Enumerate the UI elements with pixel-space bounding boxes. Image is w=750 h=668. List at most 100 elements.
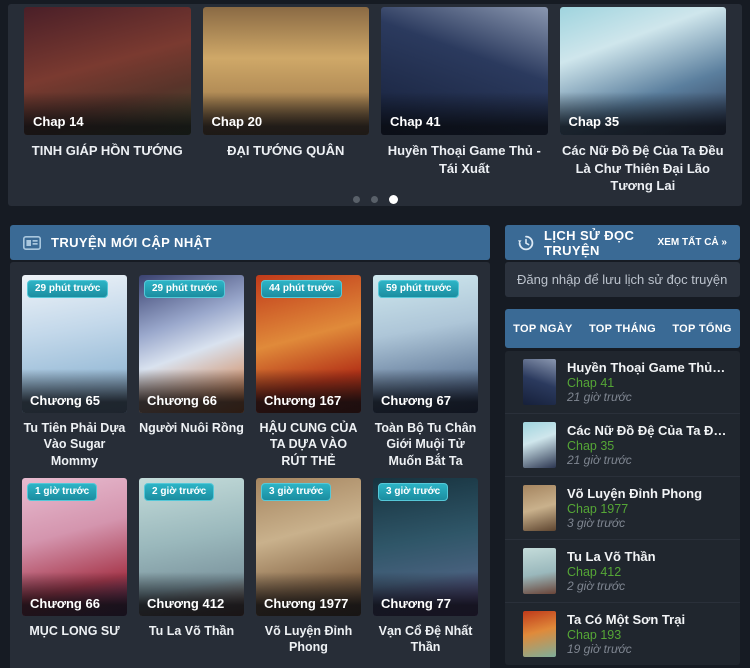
time-badge: 29 phút trước bbox=[144, 280, 226, 298]
history-icon bbox=[518, 235, 534, 251]
top-list: Huyền Thoại Game Thủ - Tái Xuất Chap 41 … bbox=[505, 351, 740, 665]
top-list-item[interactable]: Ta Có Một Sơn Trại Chap 193 19 giờ trước bbox=[505, 603, 740, 665]
top-item-title: Ta Có Một Sơn Trại bbox=[567, 612, 686, 627]
comic-thumbnail bbox=[523, 359, 556, 405]
top-item-time: 2 giờ trước bbox=[567, 579, 626, 593]
carousel-dot[interactable] bbox=[352, 195, 360, 203]
history-header: LỊCH SỬ ĐỌC TRUYỆN XEM TẤT CẢ » bbox=[505, 225, 740, 260]
comic-title: Vạn Cổ Đệ Nhất Thần bbox=[378, 623, 473, 654]
slide-title: Các Nữ Đồ Đệ Của Ta Đều Là Chư Thiên Đại… bbox=[561, 143, 724, 194]
top-item-title: Huyền Thoại Game Thủ - Tái Xuất bbox=[567, 360, 727, 375]
comic-thumbnail bbox=[523, 611, 556, 657]
latest-updates-section: TRUYỆN MỚI CẬP NHẬT 29 phút trước Chương… bbox=[10, 225, 490, 668]
comic-card[interactable]: 29 phút trước Chương 65 Tu Tiên Phải Dựa… bbox=[22, 275, 127, 469]
time-badge: 3 giờ trước bbox=[378, 482, 449, 501]
slide-cover-image: Chap 41 bbox=[381, 7, 548, 135]
slide-cover-image: Chap 20 bbox=[202, 7, 369, 135]
chapter-label: Chap 35 bbox=[559, 92, 726, 135]
chapter-label: Chap 20 bbox=[202, 92, 369, 135]
slide-cover-image: Chap 14 bbox=[24, 7, 191, 135]
comic-card[interactable]: 1 giờ trước Chương 66 MỤC LONG SƯ bbox=[22, 477, 127, 656]
comic-title: Tu Tiên Phải Dựa Vào Sugar Mommy bbox=[23, 421, 126, 468]
comic-thumbnail bbox=[523, 485, 556, 531]
carousel-dots bbox=[24, 194, 726, 206]
carousel-dot[interactable] bbox=[388, 194, 398, 204]
chapter-label: Chương 412 bbox=[139, 571, 244, 616]
comic-cover-image: 29 phút trước Chương 65 bbox=[22, 275, 127, 413]
featured-slide[interactable]: Chap 14 TINH GIÁP HỒN TƯỚNG bbox=[24, 7, 191, 195]
top-list-item[interactable]: Võ Luyện Đỉnh Phong Chap 1977 3 giờ trướ… bbox=[505, 477, 740, 540]
top-tab[interactable]: TOP THÁNG bbox=[589, 323, 656, 335]
comic-cover-image: 1 giờ trước Chương 66 bbox=[22, 477, 127, 616]
login-note: Đăng nhập để lưu lịch sử đọc truyện bbox=[505, 262, 740, 297]
comic-title: Toàn Bộ Tu Chân Giới Muội Tử Muốn Bắt Ta bbox=[374, 421, 477, 468]
sidebar: LỊCH SỬ ĐỌC TRUYỆN XEM TẤT CẢ » Đăng nhậ… bbox=[505, 225, 740, 665]
comic-card[interactable]: 44 phút trước Chương 167 HẬU CUNG CỦA TA… bbox=[256, 275, 361, 469]
featured-slide[interactable]: Chap 20 ĐẠI TƯỚNG QUÂN bbox=[202, 7, 369, 195]
latest-grid-panel: 29 phút trước Chương 65 Tu Tiên Phải Dựa… bbox=[10, 262, 490, 668]
top-item-time: 21 giờ trước bbox=[567, 390, 632, 404]
time-badge: 59 phút trước bbox=[378, 280, 460, 298]
comic-card[interactable]: 2 giờ trước Chương 412 Tu La Võ Thần bbox=[139, 477, 244, 656]
featured-carousel: Chap 14 TINH GIÁP HỒN TƯỚNG Chap 20 ĐẠI … bbox=[8, 4, 742, 206]
top-tab[interactable]: TOP NGÀY bbox=[513, 323, 572, 335]
chapter-label: Chương 167 bbox=[256, 369, 361, 413]
carousel-dot[interactable] bbox=[370, 195, 378, 203]
featured-slides: Chap 14 TINH GIÁP HỒN TƯỚNG Chap 20 ĐẠI … bbox=[24, 7, 726, 195]
time-badge: 2 giờ trước bbox=[144, 482, 215, 501]
top-list-item[interactable]: Tu La Võ Thần Chap 412 2 giờ trước bbox=[505, 540, 740, 603]
comic-card[interactable]: 3 giờ trước Chương 1977 Võ Luyện Đỉnh Ph… bbox=[256, 477, 361, 656]
top-item-title: Các Nữ Đồ Đệ Của Ta Đều Là Chư Thiên Đại… bbox=[567, 423, 727, 438]
view-all-link[interactable]: XEM TẤT CẢ » bbox=[658, 237, 727, 248]
chapter-label: Chap 14 bbox=[24, 92, 191, 135]
top-item-chapter: Chap 412 bbox=[567, 564, 622, 579]
chapter-label: Chương 66 bbox=[22, 571, 127, 616]
top-item-time: 21 giờ trước bbox=[567, 453, 632, 467]
top-item-info: Huyền Thoại Game Thủ - Tái Xuất Chap 41 … bbox=[567, 359, 727, 405]
top-tabs: TOP NGÀY TOP THÁNG TOP TỔNG bbox=[505, 309, 740, 348]
top-item-chapter: Chap 1977 bbox=[567, 501, 629, 516]
comic-title: Người Nuôi Rồng bbox=[139, 421, 244, 435]
chapter-label: Chương 66 bbox=[139, 369, 244, 413]
comic-title: Tu La Võ Thần bbox=[148, 623, 235, 638]
top-item-info: Tu La Võ Thần Chap 412 2 giờ trước bbox=[567, 548, 656, 594]
featured-slide[interactable]: Chap 41 Huyền Thoại Game Thủ - Tái Xuất bbox=[381, 7, 548, 195]
time-badge: 44 phút trước bbox=[261, 280, 343, 298]
time-badge: 3 giờ trước bbox=[261, 482, 332, 501]
top-tab[interactable]: TOP TỔNG bbox=[672, 323, 731, 335]
slide-title: Huyền Thoại Game Thủ - Tái Xuất bbox=[387, 143, 541, 176]
top-list-item[interactable]: Huyền Thoại Game Thủ - Tái Xuất Chap 41 … bbox=[505, 351, 740, 414]
comic-cover-image: 59 phút trước Chương 67 bbox=[373, 275, 478, 413]
featured-slide[interactable]: Chap 35 Các Nữ Đồ Đệ Của Ta Đều Là Chư T… bbox=[559, 7, 726, 195]
comics-grid: 29 phút trước Chương 65 Tu Tiên Phải Dựa… bbox=[22, 275, 478, 656]
top-item-time: 3 giờ trước bbox=[567, 516, 626, 530]
top-item-chapter: Chap 35 bbox=[567, 438, 615, 453]
slide-cover-image: Chap 35 bbox=[559, 7, 726, 135]
comic-title: HẬU CUNG CỦA TA DỰA VÀO RÚT THẺ bbox=[259, 421, 358, 468]
comic-cover-image: 2 giờ trước Chương 412 bbox=[139, 477, 244, 616]
chapter-label: Chương 67 bbox=[373, 369, 478, 413]
comic-cover-image: 3 giờ trước Chương 1977 bbox=[256, 477, 361, 616]
top-list-item[interactable]: Các Nữ Đồ Đệ Của Ta Đều Là Chư Thiên Đại… bbox=[505, 414, 740, 477]
comic-title: Võ Luyện Đỉnh Phong bbox=[264, 623, 353, 654]
top-item-chapter: Chap 41 bbox=[567, 375, 615, 390]
slide-title: TINH GIÁP HỒN TƯỚNG bbox=[31, 143, 183, 158]
top-item-time: 19 giờ trước bbox=[567, 642, 632, 656]
latest-section-header: TRUYỆN MỚI CẬP NHẬT bbox=[10, 225, 490, 260]
top-item-info: Ta Có Một Sơn Trại Chap 193 19 giờ trước bbox=[567, 611, 685, 657]
top-item-info: Võ Luyện Đỉnh Phong Chap 1977 3 giờ trướ… bbox=[567, 485, 702, 531]
comic-cover-image: 3 giờ trước Chương 77 bbox=[373, 477, 478, 616]
time-badge: 1 giờ trước bbox=[27, 482, 98, 501]
chapter-label: Chap 41 bbox=[381, 92, 548, 135]
history-title: LỊCH SỬ ĐỌC TRUYỆN bbox=[544, 227, 635, 258]
comic-card[interactable]: 29 phút trước Chương 66 Người Nuôi Rồng bbox=[139, 275, 244, 469]
comic-title: MỤC LONG SƯ bbox=[29, 623, 120, 638]
comic-card[interactable]: 3 giờ trước Chương 77 Vạn Cổ Đệ Nhất Thầ… bbox=[373, 477, 478, 656]
top-item-chapter: Chap 193 bbox=[567, 627, 622, 642]
manga-site-page: Chap 14 TINH GIÁP HỒN TƯỚNG Chap 20 ĐẠI … bbox=[0, 0, 750, 668]
time-badge: 29 phút trước bbox=[27, 280, 109, 298]
comic-card[interactable]: 59 phút trước Chương 67 Toàn Bộ Tu Chân … bbox=[373, 275, 478, 469]
chapter-label: Chương 1977 bbox=[256, 571, 361, 616]
top-item-title: Tu La Võ Thần bbox=[567, 549, 656, 564]
comic-cover-image: 29 phút trước Chương 66 bbox=[139, 275, 244, 413]
